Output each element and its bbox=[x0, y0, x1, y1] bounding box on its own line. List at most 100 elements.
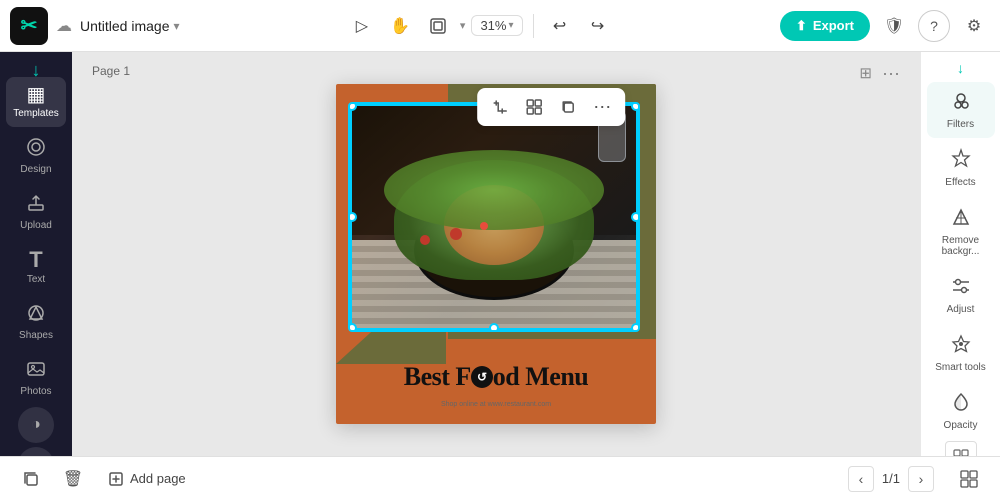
sidebar-item-photos[interactable]: Photos bbox=[6, 351, 66, 405]
sidebar-item-shapes[interactable]: Shapes bbox=[6, 295, 66, 349]
layout-chevron-icon: ▾ bbox=[460, 19, 466, 32]
zoom-chevron-icon: ▾ bbox=[508, 20, 513, 31]
undo-button[interactable]: ↩ bbox=[544, 10, 576, 42]
canvas-floating-toolbar: ⋯ bbox=[477, 88, 625, 126]
right-item-filters[interactable]: Filters bbox=[927, 82, 995, 138]
photos-label: Photos bbox=[20, 386, 51, 397]
remove-bg-label: Remove backgr... bbox=[931, 235, 991, 257]
document-title: Untitled image bbox=[80, 18, 170, 34]
pointer-tool-button[interactable]: ▷ bbox=[346, 10, 378, 42]
sidebar-collapse-button[interactable]: ˅ bbox=[18, 447, 54, 456]
canvas-page-grid-icon[interactable]: ⊞ bbox=[859, 64, 872, 82]
more-options-icon[interactable]: ⋯ bbox=[587, 92, 617, 122]
title-area[interactable]: Untitled image ▾ bbox=[80, 18, 180, 34]
redo-button[interactable]: ↪ bbox=[582, 10, 614, 42]
canvas-area: Page 1 ⊞ ⋯ bbox=[72, 52, 920, 456]
design-label: Design bbox=[20, 164, 51, 175]
filters-icon bbox=[950, 90, 972, 116]
salad-bowl-visual bbox=[350, 104, 638, 330]
shapes-icon bbox=[26, 303, 46, 327]
zoom-value: 31% bbox=[480, 18, 506, 33]
sidebar-item-design[interactable]: Design bbox=[6, 129, 66, 183]
tomato-3 bbox=[420, 235, 430, 245]
right-item-effects[interactable]: Effects bbox=[927, 140, 995, 196]
lettuce-top bbox=[384, 150, 604, 230]
zoom-control[interactable]: 31% ▾ bbox=[471, 15, 522, 36]
tomato-2 bbox=[480, 222, 488, 230]
design-canvas[interactable]: Best F↺od Menu Shop online at www.restau… bbox=[336, 84, 656, 424]
grid-tool-button[interactable] bbox=[519, 92, 549, 122]
left-sidebar: ↓ ▦ Templates Design Upload bbox=[0, 52, 72, 456]
crop-tool-button[interactable] bbox=[485, 92, 515, 122]
add-page-label: Add page bbox=[130, 471, 186, 486]
export-button[interactable]: ⬆ Export bbox=[780, 11, 870, 41]
page-navigation: ‹ 1/1 › bbox=[848, 466, 934, 492]
help-button[interactable]: ? bbox=[918, 10, 950, 42]
filters-label: Filters bbox=[947, 119, 974, 130]
right-item-smart-tools[interactable]: Smart tools bbox=[927, 325, 995, 381]
settings-button[interactable]: ⚙ bbox=[958, 10, 990, 42]
export-icon: ⬆ bbox=[796, 18, 807, 34]
cloud-icon: ☁ bbox=[56, 16, 72, 36]
templates-icon: ▦ bbox=[27, 85, 46, 105]
copy-style-button[interactable] bbox=[553, 92, 583, 122]
tomato-1 bbox=[450, 228, 462, 240]
add-page-button[interactable]: Add page bbox=[100, 467, 194, 491]
title-icon: ↺ bbox=[471, 366, 493, 388]
page-indicator: 1/1 bbox=[882, 471, 900, 486]
toolbar-center: ▷ ✋ ▾ 31% ▾ ↩ ↪ bbox=[188, 10, 772, 42]
upload-icon bbox=[26, 193, 46, 217]
next-page-button[interactable]: › bbox=[908, 466, 934, 492]
title-chevron-icon: ▾ bbox=[174, 19, 180, 33]
sidebar-item-upload[interactable]: Upload bbox=[6, 185, 66, 239]
text-icon: T bbox=[29, 249, 42, 271]
title-text-menu: od Menu bbox=[493, 362, 588, 391]
sidebar-item-text[interactable]: T Text bbox=[6, 241, 66, 293]
right-sidebar-arrow: ↓ bbox=[957, 60, 964, 76]
main-area: ↓ ▦ Templates Design Upload bbox=[0, 52, 1000, 456]
right-item-remove-bg[interactable]: Remove backgr... bbox=[927, 198, 995, 265]
canvas-more-icon[interactable]: ⋯ bbox=[882, 64, 900, 85]
title-text-best: Best F bbox=[404, 362, 471, 391]
app-logo[interactable]: ✂ bbox=[10, 7, 48, 45]
right-sidebar: ↓ Filters Effects bbox=[920, 52, 1000, 456]
remove-bg-icon bbox=[950, 206, 972, 232]
delete-page-button[interactable]: 🗑 bbox=[58, 464, 88, 494]
templates-label: Templates bbox=[13, 108, 59, 119]
sidebar-bottom: ◑ ˅ bbox=[18, 407, 54, 456]
export-label: Export bbox=[813, 18, 854, 33]
logo-icon: ✂ bbox=[21, 16, 38, 36]
photos-icon bbox=[26, 359, 46, 383]
theme-toggle-button[interactable]: ◑ bbox=[18, 407, 54, 443]
toolbar-separator bbox=[533, 14, 534, 38]
layout-tool-button[interactable] bbox=[422, 10, 454, 42]
sidebar-item-templates[interactable]: ▦ Templates bbox=[6, 77, 66, 127]
smart-tools-icon bbox=[950, 333, 972, 359]
smart-tools-label: Smart tools bbox=[935, 362, 986, 373]
bottom-bar: 🗑 Add page ‹ 1/1 › bbox=[0, 456, 1000, 500]
topbar-right: ⬆ Export 🛡 ? ⚙ bbox=[780, 10, 990, 42]
topbar: ✂ ☁ Untitled image ▾ ▷ ✋ ▾ 31% ▾ ↩ ↪ ⬆ E… bbox=[0, 0, 1000, 52]
canvas-design-subtitle: Shop online at www.restaurant.com bbox=[336, 401, 656, 408]
opacity-icon bbox=[950, 391, 972, 417]
right-sidebar-bottom bbox=[945, 441, 977, 456]
design-icon bbox=[26, 137, 46, 161]
shield-button[interactable]: 🛡 bbox=[878, 10, 910, 42]
right-item-adjust[interactable]: Adjust bbox=[927, 267, 995, 323]
copy-page-button[interactable] bbox=[16, 464, 46, 494]
upload-label: Upload bbox=[20, 220, 52, 231]
adjust-label: Adjust bbox=[947, 304, 975, 315]
opacity-label: Opacity bbox=[944, 420, 978, 431]
right-bottom-grid-button[interactable] bbox=[945, 441, 977, 456]
prev-page-button[interactable]: ‹ bbox=[848, 466, 874, 492]
effects-label: Effects bbox=[945, 177, 975, 188]
food-image[interactable] bbox=[348, 102, 640, 332]
right-item-opacity[interactable]: Opacity bbox=[927, 383, 995, 439]
canvas-design-title: Best F↺od Menu bbox=[336, 362, 656, 392]
text-label: Text bbox=[27, 274, 45, 285]
effects-icon bbox=[950, 148, 972, 174]
adjust-icon bbox=[950, 275, 972, 301]
shapes-label: Shapes bbox=[19, 330, 53, 341]
grid-view-button[interactable] bbox=[954, 464, 984, 494]
hand-tool-button[interactable]: ✋ bbox=[384, 10, 416, 42]
